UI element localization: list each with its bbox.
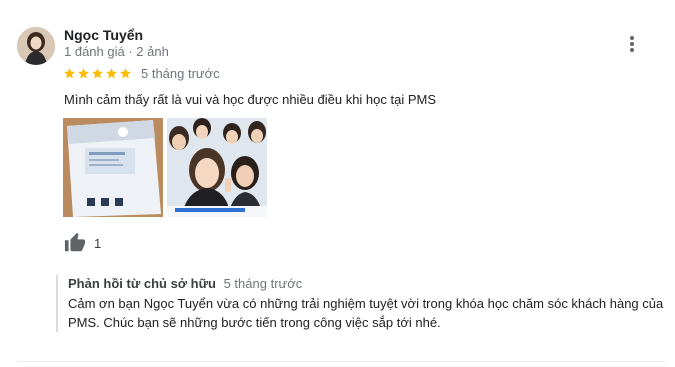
review-photo-1[interactable] [63,118,163,217]
review-time: 5 tháng trước [141,66,220,81]
rating-row: 5 tháng trước [63,66,220,81]
like-count: 1 [94,235,102,251]
more-options-icon[interactable] [625,34,639,54]
thumb-up-icon[interactable] [64,232,86,254]
author-name[interactable]: Ngọc Tuyển [64,27,143,43]
like-row: 1 [64,232,101,254]
star-icon [64,68,75,79]
star-icon [78,68,89,79]
owner-reply-label: Phản hồi từ chủ sở hữu [68,276,216,291]
owner-reply-header: Phản hồi từ chủ sở hữu 5 tháng trước [68,275,666,293]
review-text: Mình cảm thấy rất là vui và học được nhi… [64,92,437,107]
divider [17,361,665,362]
star-icon [92,68,103,79]
author-meta: 1 đánh giá · 2 ảnh [64,44,169,59]
owner-reply: Phản hồi từ chủ sở hữu 5 tháng trước Cảm… [56,275,666,332]
star-icon [120,68,131,79]
star-icon [106,68,117,79]
star-rating [63,67,132,80]
avatar[interactable] [17,27,55,65]
review-photo-2[interactable] [167,118,267,217]
owner-reply-time: 5 tháng trước [223,276,303,291]
owner-reply-text: Cảm ơn bạn Ngọc Tuyển vừa có những trải … [68,296,664,330]
